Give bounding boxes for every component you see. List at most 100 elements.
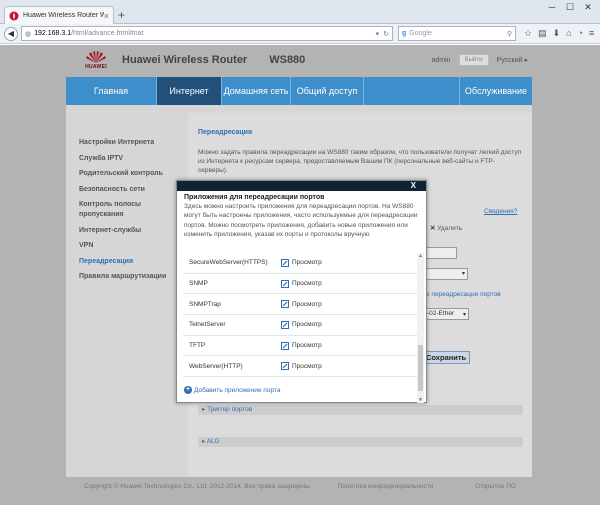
footer: Copyright © Huawei Technologies Co., Ltd… <box>66 479 532 493</box>
nav-internet[interactable]: Интернет <box>157 77 221 105</box>
url-path: /html/advance.html#nat <box>71 30 144 37</box>
help-link[interactable]: Сведения? <box>484 208 517 215</box>
search-bar[interactable]: g Google ⚲ <box>398 26 516 41</box>
view-label: Просмотр <box>292 321 322 329</box>
chevron-down-icon: ▾ <box>462 312 466 318</box>
logout-button[interactable]: Выйти <box>458 54 489 66</box>
copyright: Copyright © Huawei Technologies Co., Ltd… <box>84 482 312 490</box>
sync-icon[interactable]: ◔ <box>578 28 583 39</box>
scroll-up-icon[interactable]: ▲ <box>417 253 424 259</box>
language-label: Русский <box>496 57 523 64</box>
sidebar-item-parental-control[interactable]: Родительский контроль <box>79 170 186 186</box>
list-scrollbar[interactable]: ▲ ▼ <box>417 253 424 403</box>
port-forwarding-link[interactable]: е переадресации портов <box>426 291 501 298</box>
search-placeholder: Google <box>409 30 432 37</box>
nav-maintenance[interactable]: Обслуживание <box>460 77 532 105</box>
sidebar-item-vpn[interactable]: VPN <box>79 242 186 258</box>
trigger-ports-section[interactable]: ▸ Триггер портов <box>198 405 523 415</box>
port-input[interactable] <box>424 247 457 259</box>
username: admin <box>431 56 451 64</box>
sidebar-item-security[interactable]: Безопасность сети <box>79 186 186 202</box>
address-bar[interactable]: ◍ 192.168.3.1 /html/advance.html#nat ▾ ↻ <box>21 26 393 41</box>
window-controls: ─ ☐ ✕ <box>544 2 596 14</box>
url-host: 192.168.3.1 <box>34 30 72 37</box>
maximize-icon[interactable]: ☐ <box>562 2 578 14</box>
sidebar-item-routing[interactable]: Правила маршрутизации <box>79 273 186 289</box>
add-port-app-button[interactable]: + Добавить приложение порта <box>184 386 280 394</box>
sidebar-item-internet-services[interactable]: Интернет-службы <box>79 227 186 243</box>
view-label: Просмотр <box>292 280 322 288</box>
nav-home[interactable]: Главная <box>66 77 156 105</box>
browser-tabstrip: Huawei Wireless Router W... × + ─ ☐ ✕ <box>0 0 600 24</box>
view-label: Просмотр <box>292 362 322 370</box>
view-button[interactable]: Просмотр <box>281 279 322 288</box>
privacy-link[interactable]: Политика конфиденциальности <box>338 483 434 490</box>
reader-icon[interactable]: ▤ <box>538 28 547 39</box>
edit-icon <box>281 279 289 288</box>
app-name: TFTP <box>189 342 206 350</box>
list-item: SNMP Просмотр <box>183 274 418 295</box>
protocol-select[interactable]: ▾ <box>424 268 468 280</box>
dialog-title: Приложения для переадресации портов <box>184 194 325 201</box>
back-icon[interactable]: ◀ <box>4 26 18 41</box>
edit-icon <box>281 258 289 267</box>
dialog-titlebar: X <box>177 181 426 191</box>
sidebar: Настройки Интернета Служба IPTV Родитель… <box>66 105 186 477</box>
sidebar-item-bandwidth[interactable]: Контроль полосы <box>79 201 186 211</box>
port-apps-dialog: X Приложения для переадресации портов Зд… <box>176 180 427 403</box>
page-description: Можно задать правила переадресации на WS… <box>198 149 522 174</box>
logo-text: HUAWEI <box>85 64 107 70</box>
download-icon[interactable]: ⬇ <box>553 28 561 39</box>
edit-icon <box>281 341 289 350</box>
toolbar-icons: ☆ ▤ ⬇ ⌂ ◔ ≡ <box>524 28 594 39</box>
scroll-down-icon[interactable]: ▼ <box>417 397 424 403</box>
list-item: TFTP Просмотр <box>183 336 418 357</box>
sidebar-item-forwarding[interactable]: Переадресация <box>79 258 186 274</box>
tab-close-icon[interactable]: × <box>104 11 109 21</box>
view-button[interactable]: Просмотр <box>281 300 322 309</box>
view-button[interactable]: Просмотр <box>281 362 322 371</box>
view-button[interactable]: Просмотр <box>281 258 322 267</box>
main-nav: Главная Интернет Домашняя сеть Общий дос… <box>66 77 532 105</box>
alg-section[interactable]: ▸ ALG <box>198 437 523 447</box>
sidebar-item-internet-settings[interactable]: Настройки Интернета <box>79 139 186 155</box>
view-button[interactable]: Просмотр <box>281 341 322 350</box>
delete-action[interactable]: ✕ Удалить <box>430 224 462 232</box>
edit-icon <box>281 362 289 371</box>
alg-label: ALG <box>206 438 220 445</box>
search-icon[interactable]: ⚲ <box>507 30 512 38</box>
home-icon[interactable]: ⌂ <box>566 28 571 39</box>
browser-navbar: ◀ ◍ 192.168.3.1 /html/advance.html#nat ▾… <box>0 24 600 44</box>
huawei-favicon-icon <box>9 11 19 21</box>
new-tab-icon[interactable]: + <box>118 8 125 22</box>
interface-select[interactable]: -02-Ether ▾ <box>424 308 469 320</box>
nav-sharing[interactable]: Общий доступ <box>291 77 363 105</box>
huawei-logo: HUAWEI <box>76 48 116 72</box>
view-button[interactable]: Просмотр <box>281 320 322 329</box>
view-label: Просмотр <box>292 259 322 267</box>
reload-icon[interactable]: ↻ <box>383 30 389 38</box>
app-name: TelnetServer <box>189 321 226 329</box>
app-name: SNMP <box>189 280 208 288</box>
sidebar-item-iptv[interactable]: Служба IPTV <box>79 155 186 171</box>
app-name: SecureWebServer(HTTPS) <box>189 259 268 267</box>
dropdown-arrow-icon[interactable]: ▾ <box>376 30 380 38</box>
dialog-description: Здесь можно настроить приложения для пер… <box>184 203 418 238</box>
close-window-icon[interactable]: ✕ <box>580 2 596 14</box>
nav-home-network[interactable]: Домашняя сеть <box>222 77 290 105</box>
opensource-link[interactable]: Открытое ПО <box>475 483 516 490</box>
scroll-thumb[interactable] <box>418 345 423 391</box>
google-icon: g <box>402 30 407 37</box>
delete-icon: ✕ <box>430 225 436 232</box>
menu-icon[interactable]: ≡ <box>589 28 594 39</box>
minimize-icon[interactable]: ─ <box>544 2 560 14</box>
language-select[interactable]: Русский ▸ <box>497 56 528 64</box>
list-item: TelnetServer Просмотр <box>183 315 418 336</box>
app-list: SecureWebServer(HTTPS) Просмотр SNMP Про… <box>183 253 418 377</box>
save-button[interactable]: Сохранить <box>424 351 470 364</box>
list-item: SecureWebServer(HTTPS) Просмотр <box>183 253 418 274</box>
star-icon[interactable]: ☆ <box>524 28 532 39</box>
sidebar-item-bandwidth-cont[interactable]: пропускания <box>79 211 186 227</box>
close-icon[interactable]: X <box>411 181 416 191</box>
browser-tab[interactable]: Huawei Wireless Router W... × <box>4 6 114 24</box>
